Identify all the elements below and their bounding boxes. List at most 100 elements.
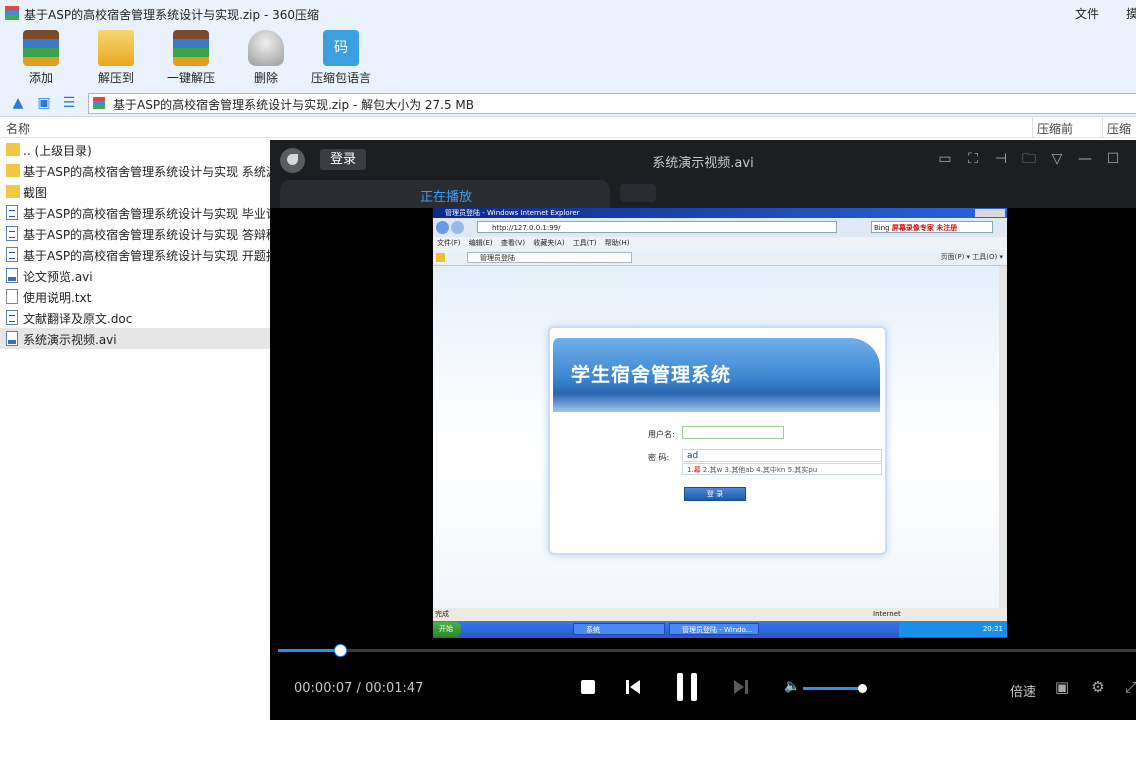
video-frame[interactable]: 管理员登陆 - Windows Internet Explorer http:/… <box>433 208 1007 638</box>
folder-icon <box>6 143 20 156</box>
progress-fill <box>278 649 340 652</box>
path-field[interactable]: 基于ASP的高校宿舍管理系统设计与实现.zip - 解包大小为 27.5 MB <box>88 93 1136 114</box>
volume-icon[interactable]: 🔈 <box>784 680 800 694</box>
ie-favorites-bar: 管理员登陆 页面(P) ▾ 工具(O) ▾ <box>433 250 1007 266</box>
ime-candidate-bar: 1.幕 2.其w 3.其他ab 4.其中kn 5.其实pu <box>682 463 882 475</box>
settings-gear-icon[interactable]: ⚙ <box>1089 678 1107 696</box>
previous-icon[interactable] <box>624 678 642 696</box>
file-row[interactable]: 基于ASP的高校宿舍管理系统设计与实现 毕业论 <box>0 202 270 223</box>
ie-url-field: http://127.0.0.1:99/ <box>477 221 837 233</box>
file-row[interactable]: 系统演示视频.avi <box>0 328 270 349</box>
one-click-extract-button[interactable]: 一键解压 <box>151 30 231 86</box>
volume-handle[interactable] <box>857 684 867 693</box>
minimize-icon[interactable]: — <box>1076 150 1094 168</box>
time-separator: / <box>356 681 361 696</box>
file-row[interactable]: 基于ASP的高校宿舍管理系统设计与实现 系统源 <box>0 160 270 181</box>
ie-titlebar: 管理员登陆 - Windows Internet Explorer <box>433 208 1007 218</box>
file-row[interactable]: 截图 <box>0 181 270 202</box>
ie-menubar: 文件(F) 编辑(E) 查看(V) 收藏夹(A) 工具(T) 帮助(H) <box>433 237 1007 250</box>
extract-to-button[interactable]: 解压到 <box>76 30 156 86</box>
ie-status-text: 完成 <box>435 610 449 618</box>
ie-window-buttons <box>975 209 1005 217</box>
file-row[interactable]: 基于ASP的高校宿舍管理系统设计与实现 答辩稿 <box>0 223 270 244</box>
forward-arrow-icon <box>451 221 464 234</box>
video-file-icon <box>6 268 18 283</box>
up-arrow-icon[interactable]: ▲ <box>9 94 27 112</box>
archive-language-label: 压缩包语言 <box>310 71 371 85</box>
ie-address-row: http://127.0.0.1:99/ Bing 屏幕录像专家 未注册 <box>433 218 1007 237</box>
file-row[interactable]: 使用说明.txt <box>0 286 270 307</box>
time-display: 00:00:07 / 00:01:47 <box>294 681 423 696</box>
one-click-extract-icon <box>173 30 209 66</box>
column-compressed-before[interactable]: 压缩前 <box>1037 120 1073 137</box>
add-archive-icon <box>23 30 59 66</box>
column-name[interactable]: 名称 <box>6 120 30 137</box>
volume-slider[interactable] <box>803 684 867 693</box>
taskbar-item: 系统 <box>573 623 665 635</box>
archive-app-icon <box>5 6 19 20</box>
recorder-watermark: 屏幕录像专家 未注册 <box>891 224 958 232</box>
archive-language-button[interactable]: 码 压缩包语言 <box>301 30 381 86</box>
folder-icon <box>6 185 20 198</box>
screenshot-icon[interactable]: ⛶ <box>964 150 982 168</box>
folder-icon <box>6 164 20 177</box>
tab-secondary[interactable] <box>620 184 656 202</box>
player-tabbar: 正在播放 <box>270 180 1136 208</box>
ime-candidates: 2.其w 3.其他ab 4.其中kn 5.其实pu <box>700 466 818 474</box>
menu-file[interactable]: 文件 <box>1075 5 1099 22</box>
mini-mode-icon[interactable]: ▭ <box>936 150 954 168</box>
file-name: 基于ASP的高校宿舍管理系统设计与实现 毕业论 <box>23 207 270 221</box>
language-icon: 码 <box>323 30 359 66</box>
column-divider[interactable] <box>1032 117 1033 137</box>
file-list: .. (上级目录) 基于ASP的高校宿舍管理系统设计与实现 系统源截图基于ASP的… <box>0 139 270 349</box>
ie-page: 学生宿舍管理系统 用户名: 密 码: ad 1.幕 2.其w 3.其他ab 4.… <box>433 266 999 608</box>
dropdown-menu-icon[interactable]: ▽ <box>1048 150 1066 168</box>
pause-button[interactable] <box>677 673 697 701</box>
column-divider[interactable] <box>1102 117 1103 137</box>
file-row[interactable]: 论文预览.avi <box>0 265 270 286</box>
path-text: 基于ASP的高校宿舍管理系统设计与实现.zip - 解包大小为 27.5 MB <box>113 98 475 112</box>
start-button: 开始 <box>433 622 461 637</box>
open-folder-icon[interactable]: 🗀 <box>1020 150 1038 168</box>
player-titlebar: 登录 系统演示视频.avi ▭ ⛶ ⊣ 🗀 ▽ — ☐ <box>270 140 1136 180</box>
file-name: 文献翻译及原文.doc <box>23 312 133 326</box>
maximize-icon[interactable]: ☐ <box>1104 150 1122 168</box>
extract-to-label: 解压到 <box>97 71 134 85</box>
file-name: 截图 <box>23 186 48 200</box>
add-button[interactable]: 添加 <box>1 30 81 86</box>
delete-button[interactable]: 删除 <box>226 30 306 86</box>
ie-tab: 管理员登陆 <box>467 252 632 263</box>
next-icon[interactable] <box>732 678 750 696</box>
toolbox-icon[interactable]: ▣ <box>1053 678 1071 696</box>
taskbar-item: 管理员登陆 - Windo... <box>669 623 759 635</box>
stop-button[interactable] <box>581 680 595 694</box>
progress-handle[interactable] <box>333 644 347 657</box>
zip-icon <box>93 97 105 109</box>
total-time: 00:01:47 <box>365 681 424 696</box>
tab-now-playing[interactable]: 正在播放 <box>280 180 610 208</box>
address-bar: ▲ ▣ ☰ 基于ASP的高校宿舍管理系统设计与实现.zip - 解包大小为 27… <box>0 90 1136 117</box>
file-row[interactable]: .. (上级目录) <box>0 139 270 160</box>
list-view-icon[interactable]: ☰ <box>60 94 78 112</box>
file-row[interactable]: 基于ASP的高校宿舍管理系统设计与实现 开题报 <box>0 244 270 265</box>
system-title: 学生宿舍管理系统 <box>571 364 732 386</box>
add-label: 添加 <box>28 71 53 85</box>
file-row[interactable]: 文献翻译及原文.doc <box>0 307 270 328</box>
pin-icon[interactable]: ⊣ <box>992 150 1010 168</box>
login-card: 学生宿舍管理系统 用户名: 密 码: ad 1.幕 2.其w 3.其他ab 4.… <box>548 326 887 555</box>
window-titlebar: 基于ASP的高校宿舍管理系统设计与实现.zip - 360压缩 文件 摸 <box>0 0 1136 28</box>
current-time: 00:00:07 <box>294 681 353 696</box>
password-label: 密 码: <box>648 453 670 462</box>
text-file-icon <box>6 289 18 304</box>
progress-bar[interactable] <box>278 644 1136 657</box>
fullscreen-icon[interactable]: ⤢ <box>1122 678 1136 696</box>
ie-statusbar: 完成 Internet <box>433 608 1007 621</box>
video-player: 登录 系统演示视频.avi ▭ ⛶ ⊣ 🗀 ▽ — ☐ 正在播放 管理员登陆 -… <box>270 140 1136 720</box>
login-banner: 学生宿舍管理系统 <box>553 338 880 412</box>
menu-more[interactable]: 摸 <box>1126 5 1136 22</box>
window-title: 基于ASP的高校宿舍管理系统设计与实现.zip - 360压缩 <box>24 8 319 22</box>
file-name: 系统演示视频.avi <box>23 333 117 347</box>
file-name: 论文预览.avi <box>23 270 93 284</box>
speed-button[interactable]: 倍速 <box>1010 681 1036 700</box>
thumbnail-view-icon[interactable]: ▣ <box>35 94 53 112</box>
